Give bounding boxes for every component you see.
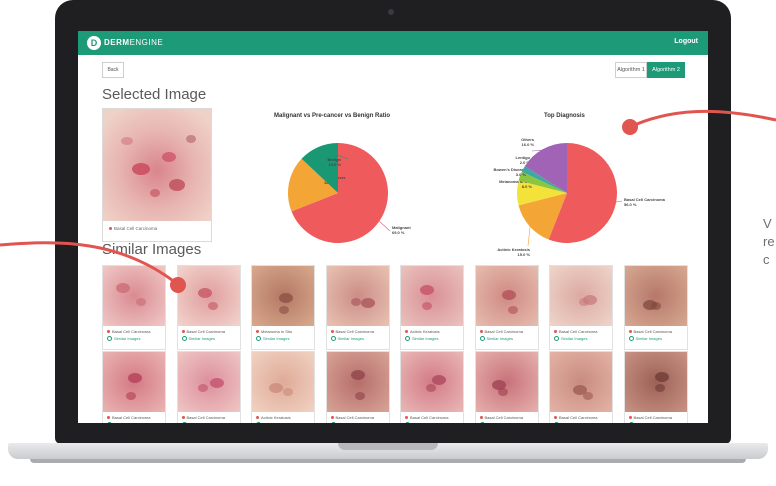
right-callout-pointer bbox=[622, 109, 776, 135]
side-note-line-3: c bbox=[763, 252, 770, 267]
side-note-line-1: V bbox=[763, 216, 772, 231]
side-note-line-2: re bbox=[763, 234, 775, 249]
